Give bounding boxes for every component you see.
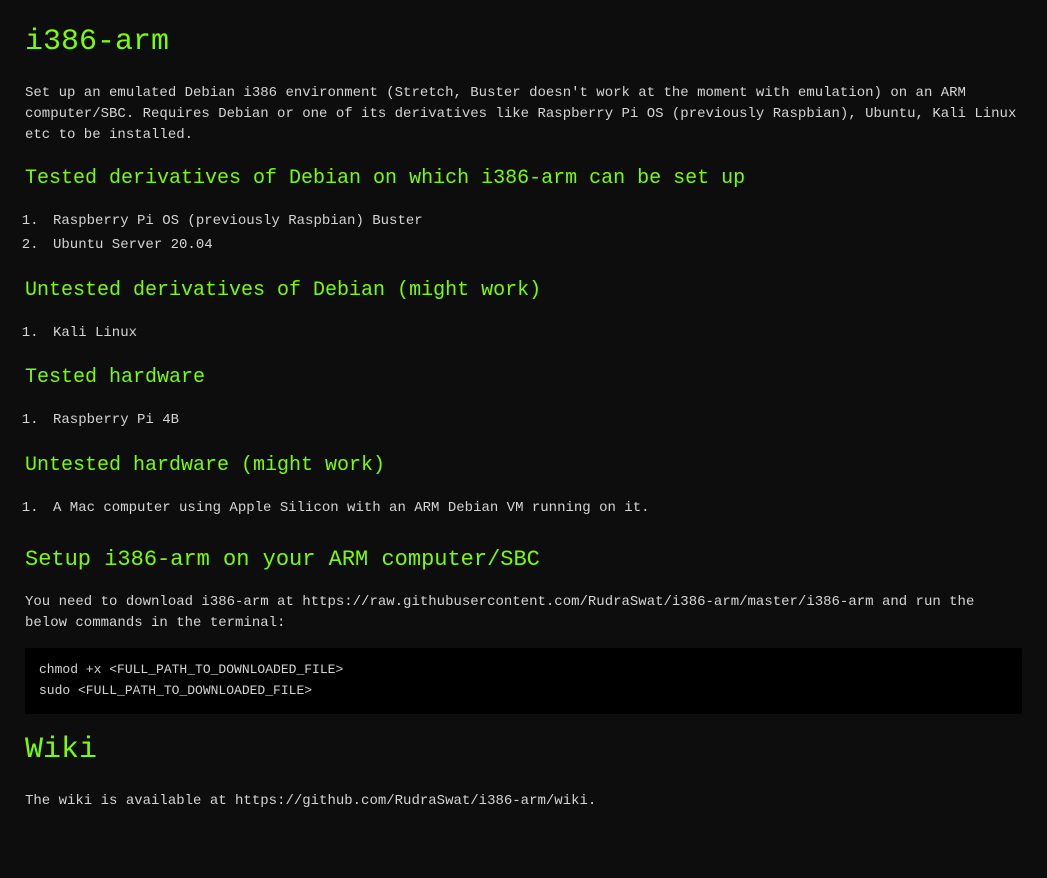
list-item: Raspberry Pi 4B	[47, 409, 1022, 433]
setup-instructions: You need to download i386-arm at https:/…	[25, 592, 1022, 634]
list-item: Ubuntu Server 20.04	[47, 234, 1022, 258]
untested-hardware-list: A Mac computer using Apple Silicon with …	[47, 497, 1022, 521]
page-title: i386-arm	[25, 20, 1022, 65]
list-item: Kali Linux	[47, 322, 1022, 346]
untested-derivatives-list: Kali Linux	[47, 322, 1022, 346]
list-item: A Mac computer using Apple Silicon with …	[47, 497, 1022, 521]
tested-derivatives-heading: Tested derivatives of Debian on which i3…	[25, 164, 1022, 194]
intro-paragraph: Set up an emulated Debian i386 environme…	[25, 83, 1022, 146]
tested-hardware-list: Raspberry Pi 4B	[47, 409, 1022, 433]
setup-code-block: chmod +x <FULL_PATH_TO_DOWNLOADED_FILE> …	[25, 648, 1022, 714]
untested-derivatives-heading: Untested derivatives of Debian (might wo…	[25, 276, 1022, 306]
list-item: Raspberry Pi OS (previously Raspbian) Bu…	[47, 210, 1022, 234]
tested-hardware-heading: Tested hardware	[25, 363, 1022, 393]
wiki-heading: Wiki	[25, 728, 1022, 773]
tested-derivatives-list: Raspberry Pi OS (previously Raspbian) Bu…	[47, 210, 1022, 258]
setup-heading: Setup i386-arm on your ARM computer/SBC	[25, 543, 1022, 576]
wiki-text: The wiki is available at https://github.…	[25, 791, 1022, 812]
untested-hardware-heading: Untested hardware (might work)	[25, 451, 1022, 481]
